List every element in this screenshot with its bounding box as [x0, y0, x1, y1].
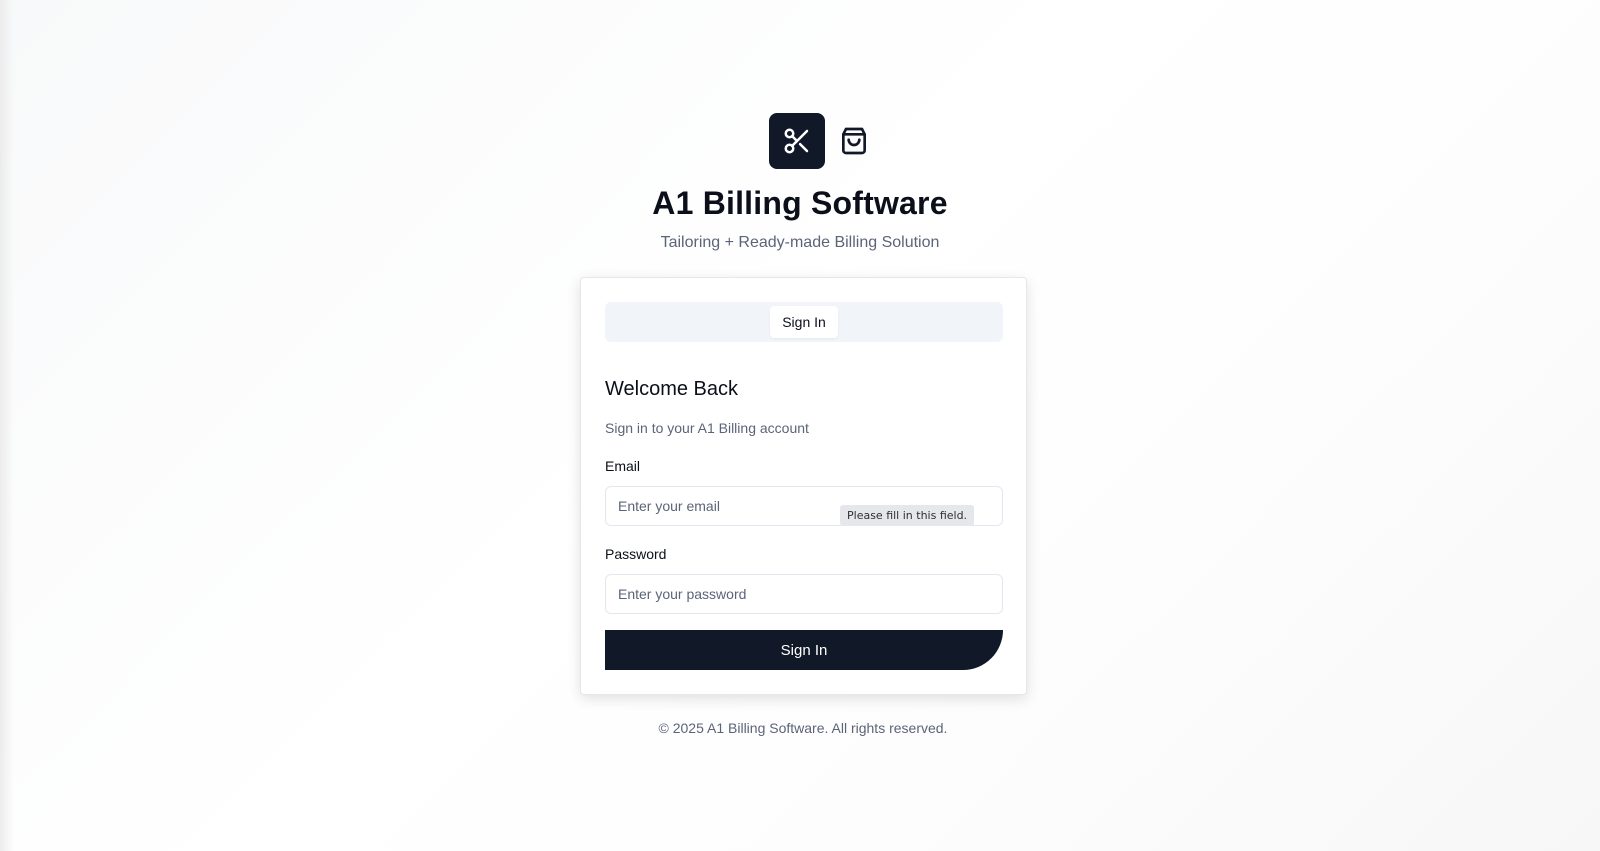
auth-tabs: Sign In: [605, 302, 1003, 342]
logo-row: [769, 113, 871, 169]
scissors-icon: [769, 113, 825, 169]
brand-header: A1 Billing Software Tailoring + Ready-ma…: [0, 113, 1600, 252]
password-label: Password: [605, 546, 667, 562]
copyright-footer: © 2025 A1 Billing Software. All rights r…: [658, 720, 948, 736]
app-title: A1 Billing Software: [652, 185, 948, 221]
sign-in-button[interactable]: Sign In: [605, 630, 1003, 670]
email-label: Email: [605, 458, 641, 474]
shopping-bag-icon: [837, 124, 871, 158]
app-subtitle: Tailoring + Ready-made Billing Solution: [660, 234, 940, 251]
form-heading: Welcome Back: [605, 378, 739, 400]
login-card: Sign In Welcome Back Sign in to your A1 …: [580, 277, 1027, 695]
password-field[interactable]: [605, 574, 1003, 614]
form-description: Sign in to your A1 Billing account: [605, 420, 809, 436]
tab-sign-in[interactable]: Sign In: [770, 306, 838, 338]
validation-tooltip: Please fill in this field.: [840, 505, 975, 526]
